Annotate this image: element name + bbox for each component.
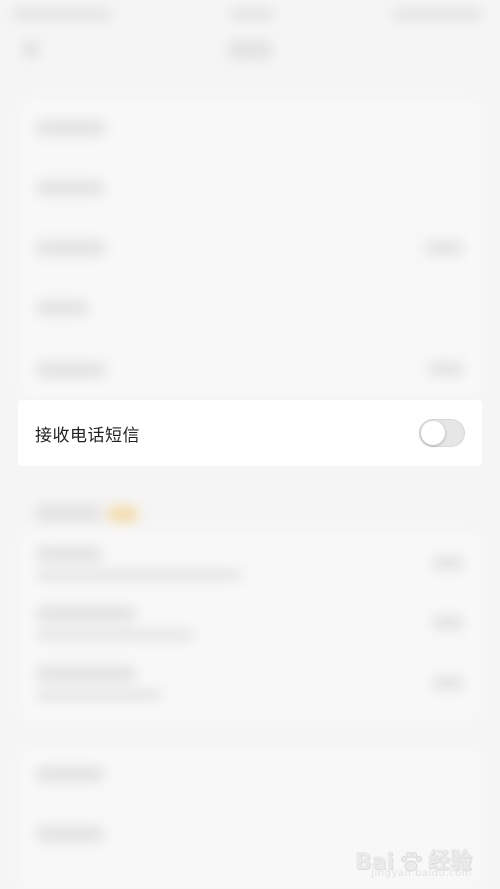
blurred-status-center — [230, 8, 274, 20]
blurred-row-5 — [36, 362, 106, 378]
blurred-row-6 — [36, 546, 102, 562]
blurred-row-4 — [36, 300, 88, 316]
blurred-section-icon — [108, 506, 138, 522]
blurred-nav-title — [228, 40, 272, 60]
baidu-jingyan-watermark: Bai 经验 jingyan.baidu.com — [355, 843, 472, 879]
blurred-row-7 — [36, 606, 136, 622]
blurred-row-6-toggle — [432, 556, 464, 570]
blurred-status-right — [392, 8, 482, 20]
blurred-row-10 — [36, 826, 104, 842]
blurred-row-8 — [36, 666, 136, 682]
blurred-row-8-sub — [36, 690, 162, 700]
receive-call-sms-label: 接收电话短信 — [35, 425, 140, 446]
receive-call-sms-toggle[interactable] — [419, 419, 465, 447]
blurred-row-5-value — [428, 362, 464, 376]
blurred-row-6-sub — [36, 570, 242, 580]
settings-screen: 接收电话短信 Bai 经验 jingyan.baidu.com — [0, 0, 500, 889]
blurred-row-3-value — [424, 241, 464, 255]
blurred-row-8-toggle — [432, 676, 464, 690]
blurred-row-9 — [36, 766, 104, 782]
watermark-domain: jingyan.baidu.com — [371, 868, 472, 879]
blurred-row-1 — [36, 120, 106, 136]
blurred-status-left — [12, 8, 112, 20]
receive-call-sms-row: 接收电话短信 — [18, 400, 482, 466]
toggle-knob — [421, 421, 445, 445]
blurred-back-icon — [22, 40, 40, 58]
blurred-row-3 — [36, 240, 106, 256]
blurred-row-7-toggle — [432, 616, 464, 630]
blurred-row-7-sub — [36, 630, 194, 640]
blurred-section-title — [36, 504, 102, 522]
blurred-row-2 — [36, 180, 104, 196]
